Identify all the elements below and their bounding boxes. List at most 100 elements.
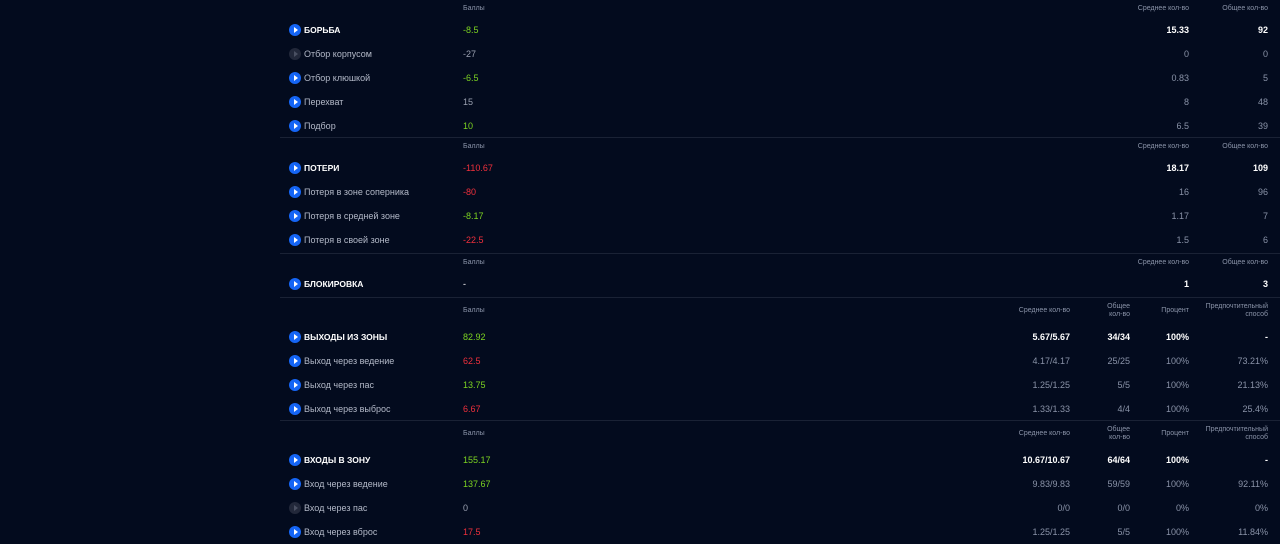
stat-row[interactable]: Вход через вброс 17.5 1.25/1.25 5/5 100% 11.8… [280,520,1280,544]
column-header-score: Баллы [463,143,485,150]
column-header-total: Общее кол-во [1222,5,1268,12]
score-value: 0 [463,503,469,513]
play-icon[interactable] [289,120,301,132]
stat-row[interactable]: Вход через пас 0 0/0 0/0 0% 0% [280,496,1280,520]
category-label: ПОТЕРИ [304,163,340,173]
score-value: -6.5 [463,73,479,83]
score-value: -27 [463,49,477,59]
avg-value: 1 [1183,279,1189,289]
column-header-total: Общее кол-во [1222,259,1268,266]
category-row[interactable]: БЛОКИРОВКА - 1 3 [280,272,1280,296]
play-icon[interactable] [289,478,301,490]
play-icon[interactable] [289,210,301,222]
play-icon[interactable] [289,502,301,514]
stat-row[interactable]: Потеря в зоне соперника -80 16 96 [280,180,1280,204]
stat-label: Перехват [304,97,344,107]
stats-panel: Баллы Среднее кол-во Общее кол-во БОРЬБА -8.… [280,0,1280,541]
stat-row[interactable]: Выход через ведение 62.5 4.17/4.17 25/25 100… [280,349,1280,373]
play-icon[interactable] [289,162,301,174]
preferred-value: - [1265,332,1268,342]
stat-row[interactable]: Потеря в своей зоне -22.5 1.5 6 [280,228,1280,252]
play-icon[interactable] [289,186,301,198]
avg-value: 6.5 [1176,121,1189,131]
column-header-score: Баллы [463,307,485,314]
total-value: 7 [1262,211,1268,221]
stats-section: Баллы Среднее кол-во Общее кол-во БЛОКИРОВК… [280,254,1280,298]
stats-section: Баллы Среднее кол-во Общее кол-во Процент Пр… [280,421,1280,541]
score-value: 13.75 [463,380,486,390]
stat-label: Вход через вброс [304,527,378,537]
stat-label: Потеря в зоне соперника [304,187,409,197]
column-header-avg: Среднее кол-во [1137,143,1189,150]
category-row[interactable]: ПОТЕРИ -110.67 18.17 109 [280,156,1280,180]
stat-row[interactable]: Перехват 15 8 48 [280,90,1280,114]
avg-value: 1.17 [1171,211,1189,221]
play-icon[interactable] [289,331,301,343]
stat-row[interactable]: Потеря в средней зоне -8.17 1.17 7 [280,204,1280,228]
score-value: 10 [463,121,474,131]
stat-row[interactable]: Выход через выброс 6.67 1.33/1.33 4/4 100% 25… [280,397,1280,421]
category-row[interactable]: ВХОДЫ В ЗОНУ 155.17 10.67/10.67 64/64 100% - [280,448,1280,472]
stat-label: Потеря в своей зоне [304,235,390,245]
column-header-avg: Среднее кол-во [1137,5,1189,12]
play-icon[interactable] [289,48,301,60]
play-icon[interactable] [289,278,301,290]
category-label: ВЫХОДЫ ИЗ ЗОНЫ [304,332,388,342]
play-icon[interactable] [289,526,301,538]
preferred-value: 92.11% [1238,479,1268,489]
play-icon[interactable] [289,24,301,36]
preferred-value: 21.13% [1237,380,1268,390]
preferred-value: - [1265,455,1268,465]
preferred-value: 73.21% [1237,356,1268,366]
play-icon[interactable] [289,379,301,391]
play-icon[interactable] [289,454,301,466]
score-value: - [463,279,466,289]
avg-value: 0 [1183,49,1189,59]
play-icon[interactable] [289,96,301,108]
score-value: -22.5 [463,235,484,245]
play-icon[interactable] [289,72,301,84]
stat-row[interactable]: Отбор клюшкой -6.5 0.83 5 [280,66,1280,90]
column-header-avg: Среднее кол-во [1018,307,1070,314]
total-value: 92 [1257,25,1268,35]
total-value: 0 [1262,49,1268,59]
score-value: 62.5 [463,356,481,366]
score-value: 155.17 [463,455,491,465]
stat-row[interactable]: Выход через пас 13.75 1.25/1.25 5/5 100% 21.1… [280,373,1280,397]
category-label: ВХОДЫ В ЗОНУ [304,455,371,465]
stat-row[interactable]: Вход через ведение 137.67 9.83/9.83 59/59 10… [280,472,1280,496]
score-value: 137.67 [463,479,491,489]
stat-label: Потеря в средней зоне [304,211,400,221]
avg-value: 4.17/4.17 [1032,356,1070,366]
column-header-total: Общее кол-во [1222,143,1268,150]
score-value: 17.5 [463,527,481,537]
stats-section: Баллы Среднее кол-во Общее кол-во ПОТЕРИ -11… [280,138,1280,254]
stat-row[interactable]: Отбор корпусом -27 0 0 [280,42,1280,66]
stat-label: Отбор клюшкой [304,73,371,83]
total-value: 39 [1257,121,1268,131]
stat-row[interactable]: Подбор 10 6.5 39 [280,114,1280,138]
column-header-avg: Среднее кол-во [1018,430,1070,437]
column-header-score: Баллы [463,430,485,437]
avg-value: 9.83/9.83 [1032,479,1070,489]
score-value: 15 [463,97,474,107]
avg-value: 1.5 [1176,235,1189,245]
stat-label: Вход через ведение [304,479,388,489]
play-icon[interactable] [289,355,301,367]
stat-label: Выход через ведение [304,356,395,366]
stat-label: Выход через пас [304,380,374,390]
play-icon[interactable] [289,403,301,415]
stats-section: Баллы Среднее кол-во Общее кол-во Процент Пр… [280,298,1280,421]
stat-label: Подбор [304,121,336,131]
score-value: 6.67 [463,404,481,414]
total-value: 6 [1262,235,1268,245]
category-row[interactable]: БОРЬБА -8.5 15.33 92 [280,18,1280,42]
total-value: 109 [1252,163,1268,173]
column-header-avg: Среднее кол-во [1137,259,1189,266]
preferred-value: 11.84% [1238,527,1268,537]
play-icon[interactable] [289,234,301,246]
total-value: 3 [1262,279,1268,289]
column-header-score: Баллы [463,5,485,12]
score-value: -8.17 [463,211,484,221]
category-row[interactable]: ВЫХОДЫ ИЗ ЗОНЫ 82.92 5.67/5.67 34/34 100% - [280,325,1280,349]
